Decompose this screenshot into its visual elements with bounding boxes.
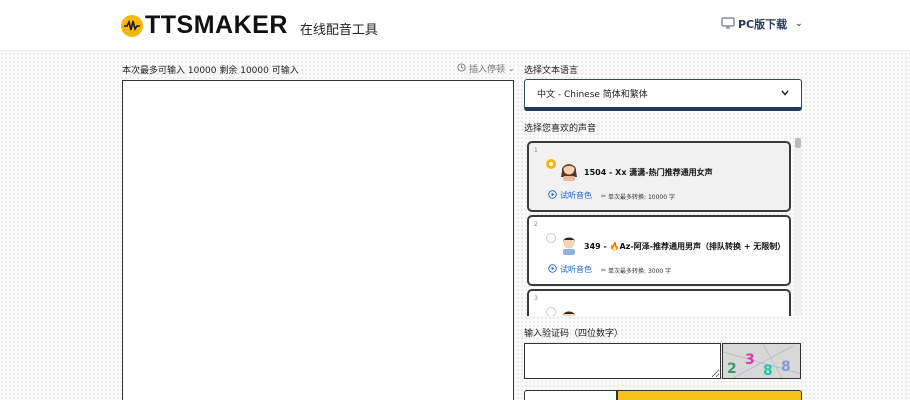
insert-pause-button[interactable]: 插入停顿 ⌄ bbox=[457, 62, 515, 75]
listen-label: 试听音色 bbox=[560, 191, 592, 200]
language-label: 选择文本语言 bbox=[524, 66, 579, 76]
voice-index: 2 bbox=[534, 221, 538, 228]
logo-subtitle: 在线配音工具 bbox=[299, 23, 378, 38]
listen-button[interactable]: 试听音色 bbox=[548, 190, 592, 201]
pc-download-menu[interactable]: PC版下载 ⌄ bbox=[721, 16, 803, 32]
listen-label: 试听音色 bbox=[560, 265, 592, 274]
male-avatar-icon bbox=[559, 233, 579, 255]
voice-radio[interactable] bbox=[546, 233, 556, 243]
tts-text-input[interactable] bbox=[122, 80, 514, 400]
voice-radio[interactable] bbox=[546, 159, 556, 169]
logo-waveform-icon bbox=[121, 14, 143, 37]
scissors-icon: ✂ bbox=[601, 193, 607, 200]
monitor-icon bbox=[721, 16, 735, 32]
captcha-image[interactable]: 238 8 bbox=[722, 343, 801, 379]
logo[interactable]: TTSMAKER 在线配音工具 bbox=[121, 11, 378, 40]
captcha-label: 输入验证码（四位数字） bbox=[524, 329, 624, 339]
voice-card[interactable]: 3 bbox=[527, 289, 791, 316]
convert-button[interactable] bbox=[617, 390, 802, 400]
voice-list-scrollbar[interactable] bbox=[795, 138, 801, 316]
language-select[interactable]: 中文 - Chinese 简体和繁体 bbox=[524, 79, 802, 111]
language-selected-value: 中文 - Chinese 简体和繁体 bbox=[537, 90, 648, 100]
female-avatar-icon bbox=[559, 159, 579, 181]
voice-list[interactable]: 1 1504 - Xx 潇潇-热门推荐通用女声 试听音色 ✂ 单次最多转换: 1… bbox=[524, 138, 801, 316]
top-header: TTSMAKER 在线配音工具 PC版下载 ⌄ bbox=[0, 0, 910, 51]
voice-card[interactable]: 1 1504 - Xx 潇潇-热门推荐通用女声 试听音色 ✂ 单次最多转换: 1… bbox=[527, 141, 791, 212]
listen-button[interactable]: 试听音色 bbox=[548, 264, 592, 275]
voice-limit: ✂ 单次最多转换: 3000 字 bbox=[601, 266, 671, 275]
input-limit-text: 本次最多可输入 10000 剩余 10000 可输入 bbox=[122, 66, 299, 76]
chevron-down-icon: ⌄ bbox=[795, 19, 803, 29]
voice-limit-text: 单次最多转换: 10000 字 bbox=[608, 194, 675, 201]
voice-card[interactable]: 2 349 - 🔥Az-阿泽-推荐通用男声（排队转换 + 无限制） 试听音色 ✂… bbox=[527, 215, 791, 286]
insert-pause-label: 插入停顿 bbox=[469, 65, 506, 75]
voice-radio[interactable] bbox=[546, 307, 556, 316]
play-circle-icon bbox=[548, 190, 557, 201]
voice-label: 选择您喜欢的声音 bbox=[524, 124, 597, 134]
chevron-down-icon: ⌄ bbox=[508, 64, 515, 73]
voice-index: 1 bbox=[534, 147, 538, 154]
voice-limit-text: 单次最多转换: 3000 字 bbox=[608, 268, 672, 275]
scrollbar-thumb[interactable] bbox=[795, 138, 801, 148]
chevron-down-icon bbox=[781, 89, 789, 99]
avatar-icon bbox=[559, 307, 579, 316]
pc-download-label: PC版下载 bbox=[738, 18, 788, 31]
voice-index: 3 bbox=[534, 295, 538, 302]
captcha-input[interactable] bbox=[524, 343, 721, 379]
voice-name: 1504 - Xx 潇潇-热门推荐通用女声 bbox=[584, 168, 713, 177]
voice-limit: ✂ 单次最多转换: 10000 字 bbox=[601, 192, 675, 201]
scissors-icon: ✂ bbox=[601, 267, 607, 274]
secondary-action-button[interactable] bbox=[524, 390, 617, 400]
play-circle-icon bbox=[548, 264, 557, 275]
clock-icon bbox=[457, 62, 466, 75]
logo-text: TTSMAKER bbox=[145, 11, 288, 39]
voice-name: 349 - 🔥Az-阿泽-推荐通用男声（排队转换 + 无限制） bbox=[584, 242, 786, 251]
